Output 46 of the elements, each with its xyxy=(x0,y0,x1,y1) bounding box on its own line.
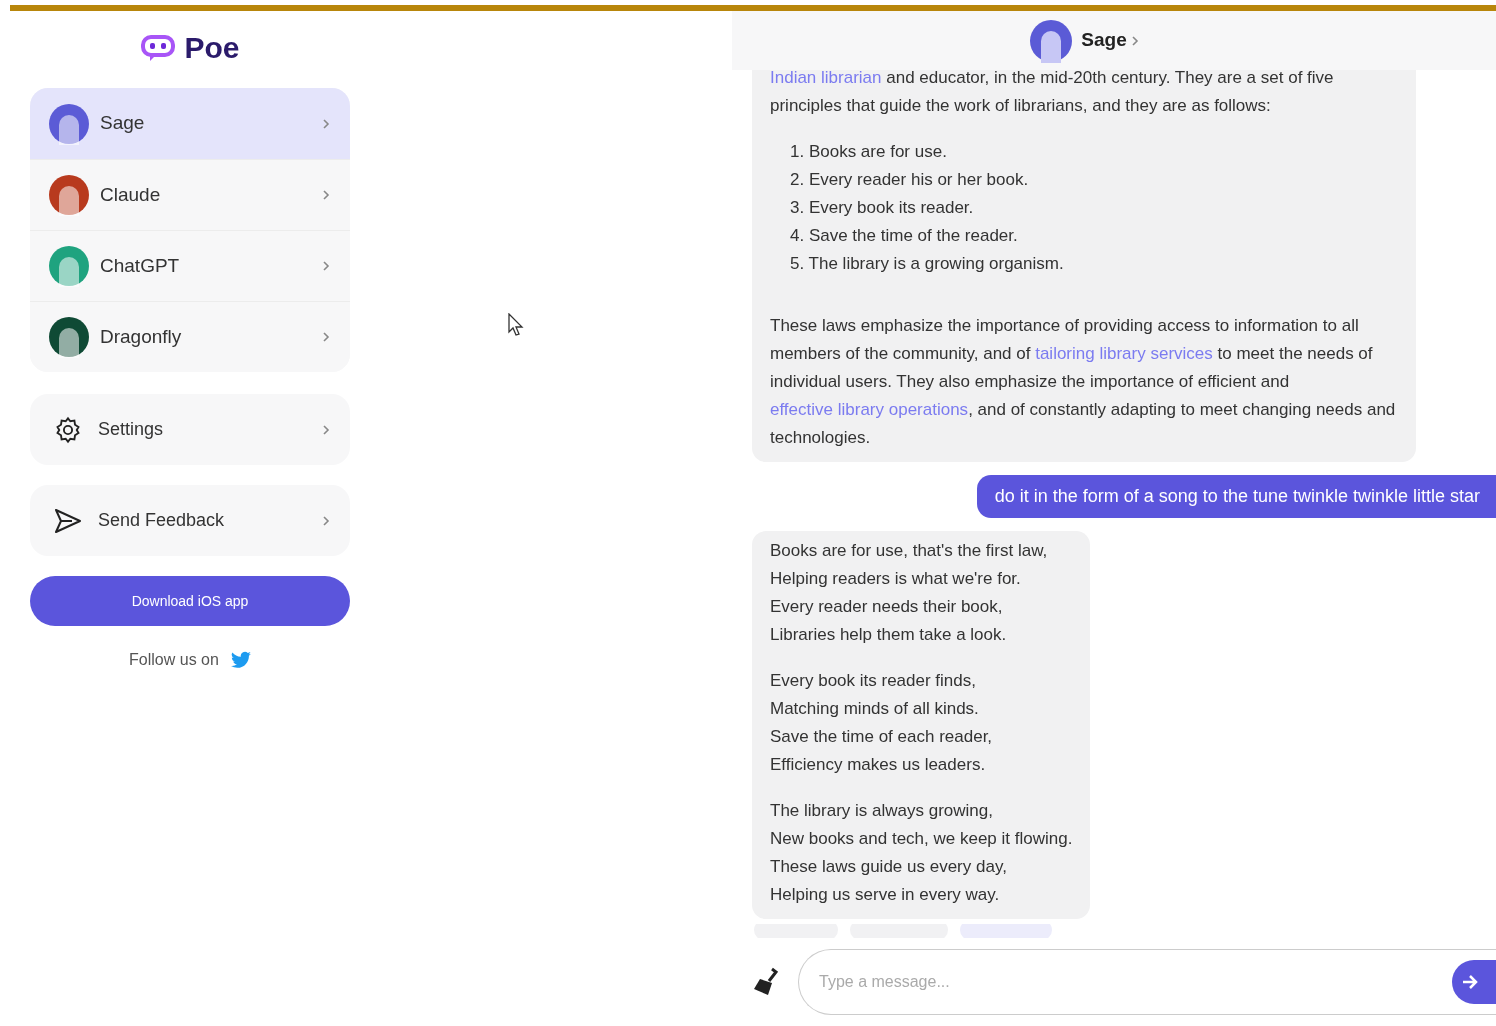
download-button[interactable]: Download iOS app xyxy=(30,576,350,626)
logo-text: Poe xyxy=(184,30,240,66)
message-line: These laws guide us every day, xyxy=(770,856,1008,878)
chevron-icon xyxy=(322,423,330,436)
message-field[interactable]: Type a message... xyxy=(798,949,1496,1015)
bot-avatar-icon xyxy=(48,174,90,216)
mouse-cursor-icon xyxy=(508,313,524,337)
chevron-icon xyxy=(322,514,330,527)
settings-icon xyxy=(54,415,82,444)
message-line: 3. Every book its reader. xyxy=(790,197,975,219)
message-line: New books and tech, we keep it flowing. xyxy=(770,828,1073,850)
send-icon xyxy=(54,507,82,534)
message-paragraph: These laws emphasize the importance of providing access to information to all members of the community, and of tailoring library services to meet the needs of individual users. They also emphasize the importance of efficient and effective library operations, and of constantly adapting to meet changing needs and technologies. xyxy=(770,315,1397,449)
message-line: 5. The library is a growing organism. xyxy=(790,253,1065,275)
follow-text: Follow us on xyxy=(129,650,219,670)
bot-avatar-icon[interactable] xyxy=(1029,18,1074,63)
menu-item[interactable]: Settings xyxy=(30,394,350,465)
chevron-icon xyxy=(322,260,330,272)
bot-avatar-icon xyxy=(48,316,90,358)
message-line: 1. Books are for use. xyxy=(790,141,948,163)
send-button[interactable] xyxy=(1452,960,1496,1004)
message-line: Helping readers is what we're for. xyxy=(770,568,1022,590)
bot-avatar-icon xyxy=(48,245,90,287)
message-line: Libraries help them take a look. xyxy=(770,624,1008,646)
message-line: 2. Every reader his or her book. xyxy=(790,169,1030,191)
bot-list-item[interactable]: Sage xyxy=(30,88,350,159)
message-line: The library is always growing, xyxy=(770,800,994,822)
message-line: Helping us serve in every way. xyxy=(770,884,1001,906)
twitter-bird-icon[interactable] xyxy=(230,651,251,669)
message-line: Every reader needs their book, xyxy=(770,596,1004,618)
message-line: Matching minds of all kinds. xyxy=(770,698,980,720)
message-line: Efficiency makes us leaders. xyxy=(770,754,987,776)
bot-avatar-icon xyxy=(48,102,90,145)
message-line: Books are for use, that's the first law, xyxy=(770,540,1049,562)
chevron-icon xyxy=(1130,34,1139,47)
chevron-icon xyxy=(322,117,330,130)
chevron-icon xyxy=(322,331,330,343)
message-line: Save the time of each reader, xyxy=(770,726,994,748)
user-message: do it in the form of a song to the tune twinkle twinkle little star xyxy=(976,475,1496,518)
chevron-icon xyxy=(322,189,330,201)
message-paragraph: Indian librarian and educator, in the mid-20th century. They are a set of five principles that guide the work of librarians, and they are as follows: xyxy=(770,70,1335,117)
menu-item[interactable]: Send Feedback xyxy=(30,485,350,556)
message-line: 4. Save the time of the reader. xyxy=(790,225,1019,247)
logo-icon xyxy=(140,32,177,63)
bot-name-link[interactable]: Sage xyxy=(1081,26,1139,55)
message-line: Every book its reader finds, xyxy=(770,670,977,692)
